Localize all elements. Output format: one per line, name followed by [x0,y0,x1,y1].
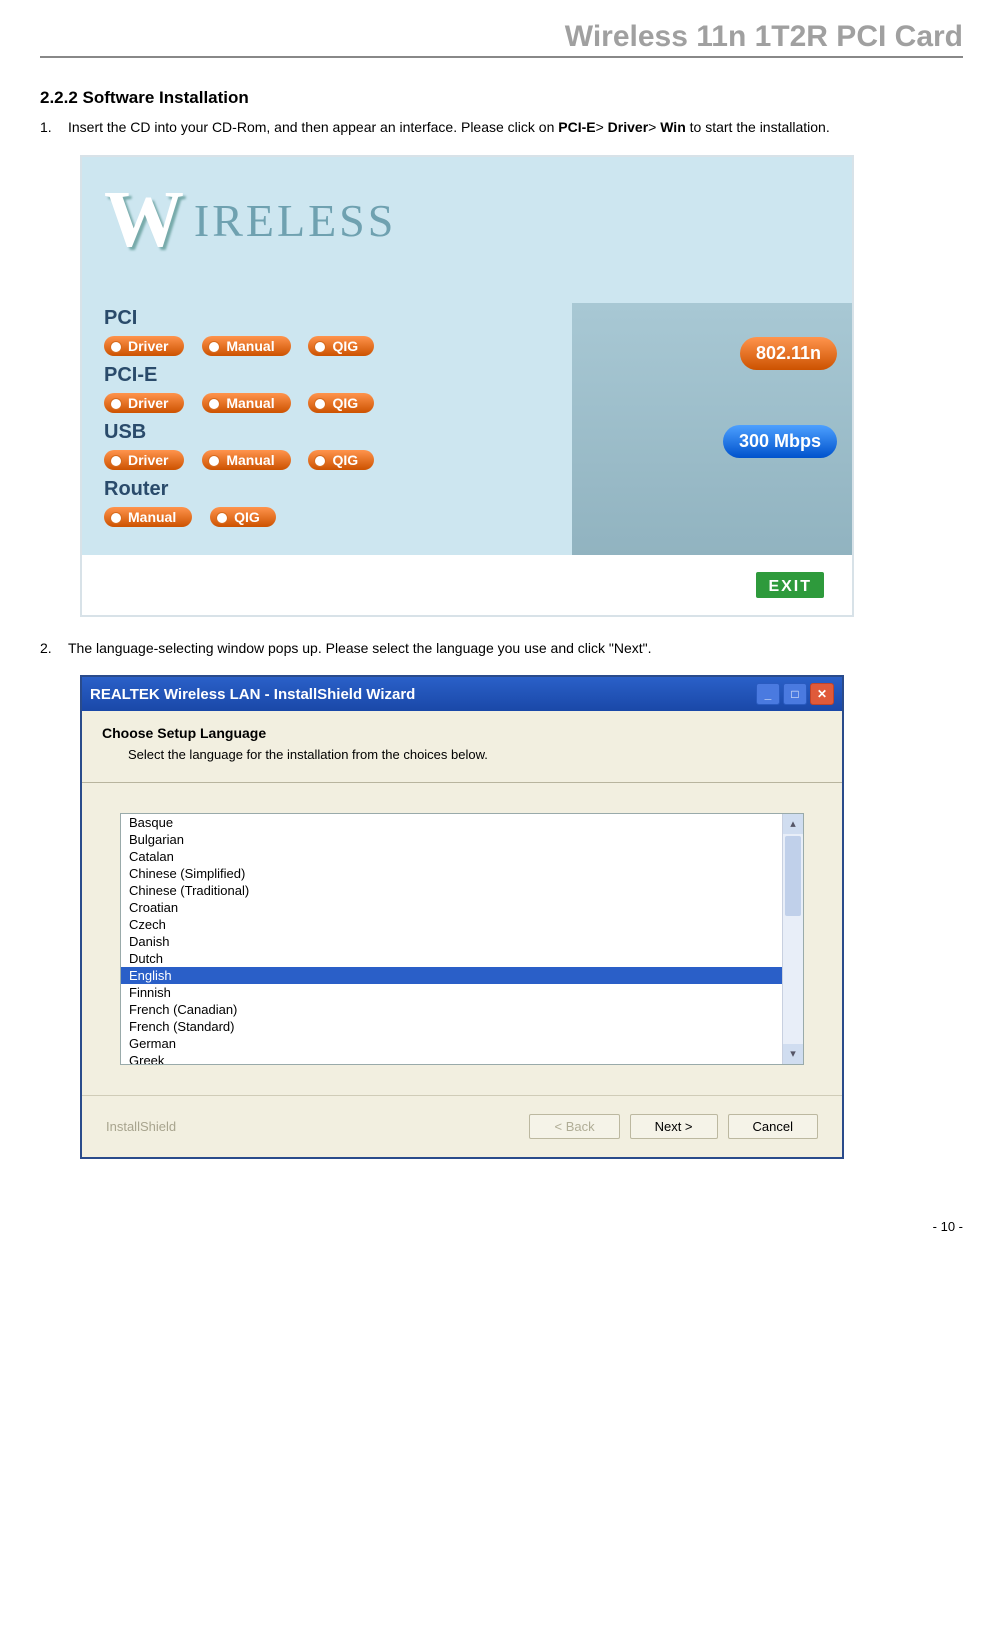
list-item[interactable]: Greek [121,1052,803,1065]
cat-pcie-label: PCI-E [104,364,572,387]
badge-300mbps: 300 Mbps [723,425,837,458]
list-item[interactable]: Catalan [121,848,803,865]
list-item[interactable]: Czech [121,916,803,933]
dialog-titlebar: REALTEK Wireless LAN - InstallShield Wiz… [82,677,842,711]
dialog-heading: Choose Setup Language [102,725,822,741]
header: Wireless 11n 1T2R PCI Card [40,20,963,58]
step-1-text: Insert the CD into your CD-Rom, and then… [68,114,830,141]
cat-usb-label: USB [104,421,572,444]
list-item[interactable]: Dutch [121,950,803,967]
dialog-title: REALTEK Wireless LAN - InstallShield Wiz… [90,686,753,703]
installshield-label: InstallShield [106,1119,176,1134]
list-item[interactable]: Chinese (Simplified) [121,865,803,882]
language-listbox[interactable]: Basque Bulgarian Catalan Chinese (Simpli… [120,813,804,1065]
scrollbar-thumb[interactable] [785,836,801,916]
step-2: 2. The language-selecting window pops up… [40,635,963,662]
installshield-dialog: REALTEK Wireless LAN - InstallShield Wiz… [80,675,844,1159]
dialog-header: Choose Setup Language Select the languag… [82,711,842,783]
scroll-up-icon[interactable]: ▴ [783,814,803,834]
cancel-button[interactable]: Cancel [728,1114,818,1139]
scrollbar[interactable]: ▴ ▾ [782,814,803,1064]
step-2-text: The language-selecting window pops up. P… [68,635,652,662]
next-button[interactable]: Next > [630,1114,718,1139]
pci-driver-button[interactable]: Driver [104,336,184,356]
maximize-button[interactable]: □ [783,683,807,705]
step-2-number: 2. [40,635,68,662]
autorun-right-panel: 802.11n 300 Mbps [572,303,852,555]
list-item[interactable]: Croatian [121,899,803,916]
list-item[interactable]: Bulgarian [121,831,803,848]
autorun-categories: PCI Driver Manual QIG PCI-E Driver Manua… [82,303,572,555]
pci-manual-button[interactable]: Manual [202,336,290,356]
pcie-driver-button[interactable]: Driver [104,393,184,413]
close-button[interactable]: ✕ [810,683,834,705]
badge-80211n: 802.11n [740,337,837,370]
router-manual-button[interactable]: Manual [104,507,192,527]
autorun-screenshot: W IRELESS PCI Driver Manual QIG PCI-E Dr… [80,155,854,617]
usb-qig-button[interactable]: QIG [308,450,374,470]
list-item-selected[interactable]: English [121,967,803,984]
step-1: 1. Insert the CD into your CD-Rom, and t… [40,114,963,141]
list-item[interactable]: French (Canadian) [121,1001,803,1018]
dialog-footer: InstallShield < Back Next > Cancel [82,1095,842,1157]
minimize-button[interactable]: _ [756,683,780,705]
router-qig-button[interactable]: QIG [210,507,276,527]
page-number: - 10 - [40,1219,963,1234]
list-item[interactable]: German [121,1035,803,1052]
pcie-qig-button[interactable]: QIG [308,393,374,413]
usb-manual-button[interactable]: Manual [202,450,290,470]
brand-w-letter: W [104,175,184,266]
dialog-subheading: Select the language for the installation… [128,747,822,762]
list-item[interactable]: Chinese (Traditional) [121,882,803,899]
cat-pci-label: PCI [104,307,572,330]
section-heading: 2.2.2 Software Installation [40,88,963,108]
step-1-number: 1. [40,114,68,141]
autorun-banner: W IRELESS [82,157,852,303]
exit-button[interactable]: EXIT [756,572,824,598]
pcie-manual-button[interactable]: Manual [202,393,290,413]
header-title: Wireless 11n 1T2R PCI Card [565,20,963,53]
scroll-down-icon[interactable]: ▾ [783,1044,803,1064]
list-item[interactable]: Danish [121,933,803,950]
list-item[interactable]: French (Standard) [121,1018,803,1035]
pci-qig-button[interactable]: QIG [308,336,374,356]
usb-driver-button[interactable]: Driver [104,450,184,470]
brand-rest: IRELESS [194,194,396,247]
cat-router-label: Router [104,478,572,501]
list-item[interactable]: Finnish [121,984,803,1001]
list-item[interactable]: Basque [121,814,803,831]
back-button: < Back [529,1114,619,1139]
